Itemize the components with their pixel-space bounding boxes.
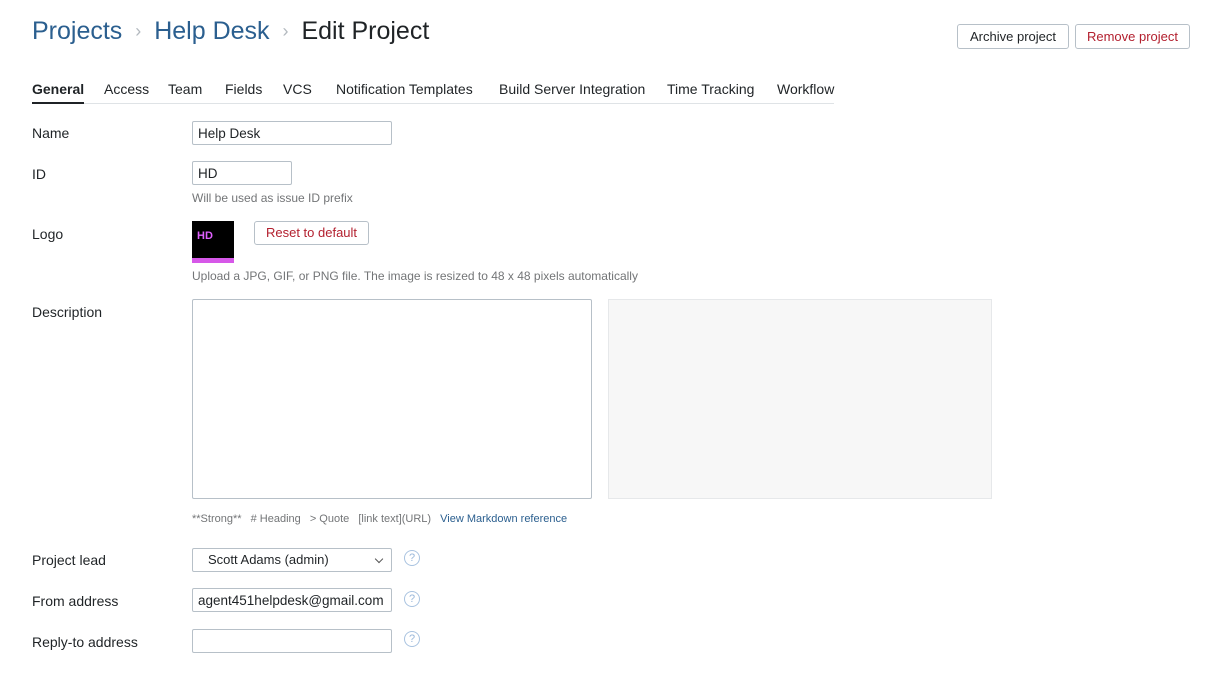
help-icon[interactable]: ? xyxy=(404,591,420,607)
page-title: Edit Project xyxy=(301,17,430,45)
markdown-hints: **Strong** # Heading > Quote [link text]… xyxy=(192,512,573,526)
tab-vcs[interactable]: VCS xyxy=(283,80,312,104)
name-input[interactable] xyxy=(192,121,392,145)
markdown-hint-quote: > Quote xyxy=(309,513,350,525)
logo-hint: Upload a JPG, GIF, or PNG file. The imag… xyxy=(192,269,638,283)
tab-time-tracking[interactable]: Time Tracking xyxy=(667,80,754,104)
chevron-down-icon xyxy=(374,554,384,564)
markdown-hint-strong: **Strong** xyxy=(192,513,242,525)
reply-to-address-label: Reply-to address xyxy=(32,634,138,650)
id-input[interactable] xyxy=(192,161,292,185)
name-label: Name xyxy=(32,125,70,141)
from-address-label: From address xyxy=(32,593,119,609)
logo-text: HD xyxy=(197,230,213,242)
archive-project-button[interactable]: Archive project xyxy=(957,24,1069,49)
remove-project-button[interactable]: Remove project xyxy=(1075,24,1190,49)
help-icon[interactable]: ? xyxy=(404,631,420,647)
tab-workflow[interactable]: Workflow xyxy=(777,80,834,104)
tab-fields[interactable]: Fields xyxy=(225,80,262,104)
tab-team[interactable]: Team xyxy=(168,80,202,104)
reply-to-address-input[interactable] xyxy=(192,629,392,653)
tab-access[interactable]: Access xyxy=(104,80,149,104)
tab-notification-templates[interactable]: Notification Templates xyxy=(336,80,473,104)
id-label: ID xyxy=(32,166,46,182)
tab-general[interactable]: General xyxy=(32,80,85,104)
project-logo[interactable]: HD xyxy=(192,221,234,263)
project-lead-select[interactable]: Scott Adams (admin) xyxy=(192,548,392,572)
reset-logo-button[interactable]: Reset to default xyxy=(254,221,369,245)
breadcrumb-project-link[interactable]: Help Desk xyxy=(154,17,269,45)
breadcrumb-separator: › xyxy=(135,21,142,41)
description-label: Description xyxy=(32,304,103,320)
id-hint: Will be used as issue ID prefix xyxy=(192,191,353,205)
description-textarea[interactable] xyxy=(192,299,592,499)
tab-bar: General Access Team Fields VCS Notificat… xyxy=(32,76,834,104)
markdown-hint-heading: # Heading xyxy=(250,513,301,525)
project-lead-value: Scott Adams (admin) xyxy=(208,552,329,567)
markdown-reference-link[interactable]: View Markdown reference xyxy=(440,513,567,525)
logo-accent-bar xyxy=(192,258,234,263)
project-lead-label: Project lead xyxy=(32,552,106,568)
breadcrumb-projects-link[interactable]: Projects xyxy=(32,17,122,45)
help-icon[interactable]: ? xyxy=(404,550,420,566)
description-preview xyxy=(608,299,992,499)
markdown-hint-link: [link text](URL) xyxy=(358,513,432,525)
breadcrumb: Projects › Help Desk › Edit Project xyxy=(32,14,429,50)
from-address-input[interactable] xyxy=(192,588,392,612)
breadcrumb-separator: › xyxy=(282,21,289,41)
tab-build-server-integration[interactable]: Build Server Integration xyxy=(499,80,645,104)
logo-label: Logo xyxy=(32,226,64,242)
